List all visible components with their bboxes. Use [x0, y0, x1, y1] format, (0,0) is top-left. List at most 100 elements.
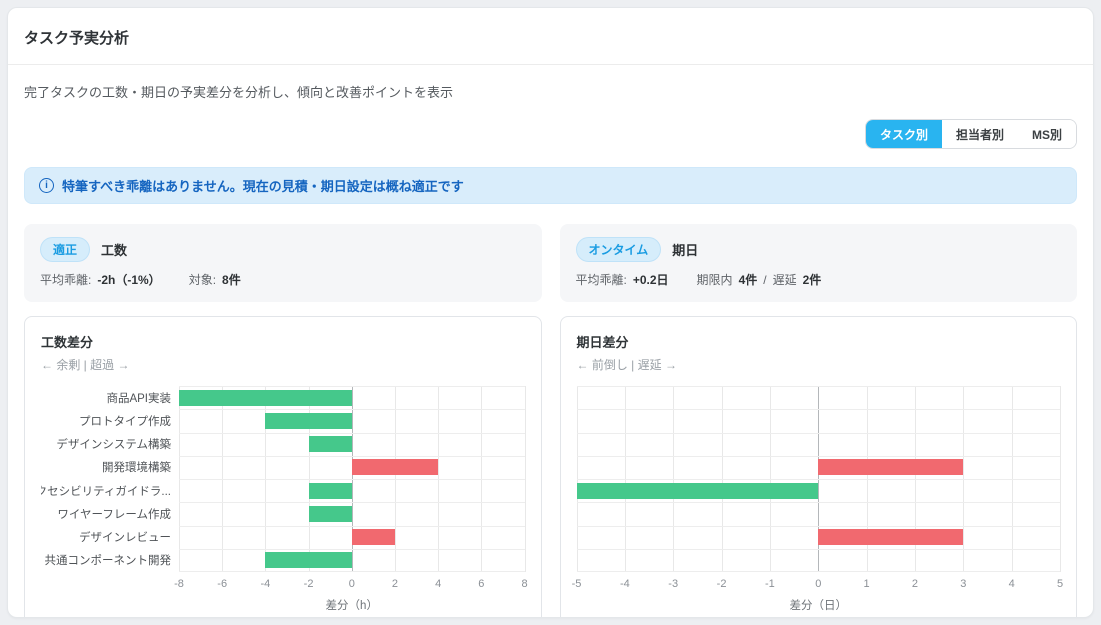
- ontime-value: 4件: [739, 271, 758, 288]
- ontime-label: 期限内: [697, 271, 733, 288]
- summary-title: 工数: [101, 240, 127, 259]
- panel-body: 完了タスクの工数・期日の予実差分を分析し、傾向と改善ポイントを表示 タスク別 担…: [8, 82, 1093, 618]
- deadline-summary-header: オンタイム 期日: [576, 237, 1062, 262]
- diff-bar[interactable]: [265, 413, 351, 429]
- row-gridline: [577, 502, 1061, 503]
- x-tick-label: -3: [668, 578, 678, 590]
- x-tick-label: 0: [349, 578, 355, 590]
- x-tick-label: 4: [435, 578, 441, 590]
- row-gridline: [577, 386, 1061, 387]
- chart-subtitle: ← 前倒し | 遅延 →: [577, 356, 1061, 373]
- row-gridline: [179, 549, 525, 550]
- diff-bar[interactable]: [309, 436, 352, 452]
- x-tick-label: 2: [392, 578, 398, 590]
- row-gridline: [179, 479, 525, 480]
- category-label: 共通コンポーネント開発: [41, 549, 171, 572]
- row-gridline: [577, 456, 1061, 457]
- x-tick-label: 2: [912, 578, 918, 590]
- info-banner-text: 特筆すべき乖離はありません。現在の見積・期日設定は概ね適正です: [62, 176, 464, 195]
- x-tick-label: -6: [217, 578, 227, 590]
- x-tick-label: -8: [174, 578, 184, 590]
- tabs-row: タスク別 担当者別 MS別: [24, 119, 1077, 149]
- x-tick-label: 1: [864, 578, 870, 590]
- main-panel: タスク予実分析 完了タスクの工数・期日の予実差分を分析し、傾向と改善ポイントを表…: [7, 7, 1094, 618]
- diff-bar[interactable]: [577, 483, 819, 499]
- x-axis-label: 差分（日）: [577, 597, 1061, 613]
- delay-value: 2件: [803, 271, 822, 288]
- category-label: デザインシステム構築: [41, 433, 171, 456]
- effort-summary-stats: 平均乖離: -2h（-1%） 対象: 8件: [40, 271, 526, 288]
- row-gridline: [577, 433, 1061, 434]
- x-tick-label: 5: [1057, 578, 1063, 590]
- x-ticks: -5-4-3-2-1012345: [577, 578, 1061, 594]
- diff-bar[interactable]: [818, 459, 963, 475]
- x-tick-label: 3: [960, 578, 966, 590]
- chart-title: 期日差分: [577, 332, 1061, 351]
- plot-wrap: -5-4-3-2-1012345 差分（日）: [577, 386, 1061, 613]
- effort-summary-card: 適正 工数 平均乖離: -2h（-1%） 対象: 8件: [24, 224, 542, 302]
- page-description: 完了タスクの工数・期日の予実差分を分析し、傾向と改善ポイントを表示: [24, 82, 1077, 101]
- diff-bar[interactable]: [818, 529, 963, 545]
- charts-row: 工数差分 ← 余剰 | 超過 → 商品API実装プロトタイプ作成デザインシステム…: [24, 316, 1077, 618]
- summary-title: 期日: [672, 240, 698, 259]
- x-tick-label: -2: [717, 578, 727, 590]
- diff-bar[interactable]: [179, 390, 352, 406]
- avg-deviation-value: +0.2日: [633, 271, 669, 288]
- status-badge: 適正: [40, 237, 90, 262]
- diff-bar[interactable]: [265, 552, 351, 568]
- avg-deviation-value: -2h（-1%）: [97, 271, 160, 288]
- row-gridline: [179, 456, 525, 457]
- chart-subtitle: ← 余剰 | 超過 →: [41, 356, 525, 373]
- plot-wrap: -8-6-4-202468 差分（h）: [179, 386, 525, 613]
- x-tick-label: 6: [478, 578, 484, 590]
- view-tab-group: タスク別 担当者別 MS別: [865, 119, 1077, 149]
- v-gridline: [525, 386, 526, 572]
- x-tick-label: -4: [620, 578, 630, 590]
- category-label: 開発環境構築: [41, 456, 171, 479]
- target-label: 対象:: [189, 271, 216, 288]
- tab-by-task[interactable]: タスク別: [866, 120, 942, 148]
- panel-header: タスク予実分析: [8, 8, 1093, 65]
- page-title: タスク予実分析: [24, 27, 1077, 48]
- row-gridline: [577, 409, 1061, 410]
- tab-by-milestone[interactable]: MS別: [1018, 120, 1076, 148]
- diff-bar[interactable]: [352, 459, 438, 475]
- info-banner: i 特筆すべき乖離はありません。現在の見積・期日設定は概ね適正です: [24, 167, 1077, 204]
- avg-deviation-label: 平均乖離:: [40, 271, 91, 288]
- x-tick-label: -2: [304, 578, 314, 590]
- diff-bar[interactable]: [309, 506, 352, 522]
- row-gridline: [179, 433, 525, 434]
- row-gridline: [179, 386, 525, 387]
- row-gridline: [179, 409, 525, 410]
- summary-row: 適正 工数 平均乖離: -2h（-1%） 対象: 8件 オンタイム 期日 平均乖…: [24, 224, 1077, 302]
- x-ticks: -8-6-4-202468: [179, 578, 525, 594]
- row-gridline: [179, 526, 525, 527]
- row-gridline: [577, 526, 1061, 527]
- x-tick-label: -5: [572, 578, 582, 590]
- diff-bar[interactable]: [352, 529, 395, 545]
- effort-diff-chart-card: 工数差分 ← 余剰 | 超過 → 商品API実装プロトタイプ作成デザインシステム…: [24, 316, 542, 618]
- x-tick-label: 0: [815, 578, 821, 590]
- plot-area: [179, 386, 525, 572]
- category-label: 商品API実装: [41, 386, 171, 409]
- x-tick-label: 4: [1009, 578, 1015, 590]
- plot-area: [577, 386, 1061, 572]
- avg-deviation-label: 平均乖離:: [576, 271, 627, 288]
- separator: /: [763, 273, 766, 287]
- row-gridline: [577, 571, 1061, 572]
- delay-label: 遅延: [773, 271, 797, 288]
- tab-by-assignee[interactable]: 担当者別: [942, 120, 1018, 148]
- row-gridline: [179, 502, 525, 503]
- diff-bar[interactable]: [309, 483, 352, 499]
- category-label: プロトタイプ作成: [41, 409, 171, 432]
- target-value: 8件: [222, 271, 241, 288]
- info-icon: i: [39, 178, 54, 193]
- effort-summary-header: 適正 工数: [40, 237, 526, 262]
- deadline-diff-chart-card: 期日差分 ← 前倒し | 遅延 → -5-4-3-2-1012345 差分（日）: [560, 316, 1078, 618]
- v-gridline: [1060, 386, 1061, 572]
- deadline-summary-card: オンタイム 期日 平均乖離: +0.2日 期限内 4件 / 遅延 2件: [560, 224, 1078, 302]
- effort-diff-chart: 商品API実装プロトタイプ作成デザインシステム構築開発環境構築アクセシビリティガ…: [41, 386, 525, 613]
- category-labels: 商品API実装プロトタイプ作成デザインシステム構築開発環境構築アクセシビリティガ…: [41, 386, 179, 572]
- category-label: ワイヤーフレーム作成: [41, 502, 171, 525]
- x-axis-label: 差分（h）: [179, 597, 525, 613]
